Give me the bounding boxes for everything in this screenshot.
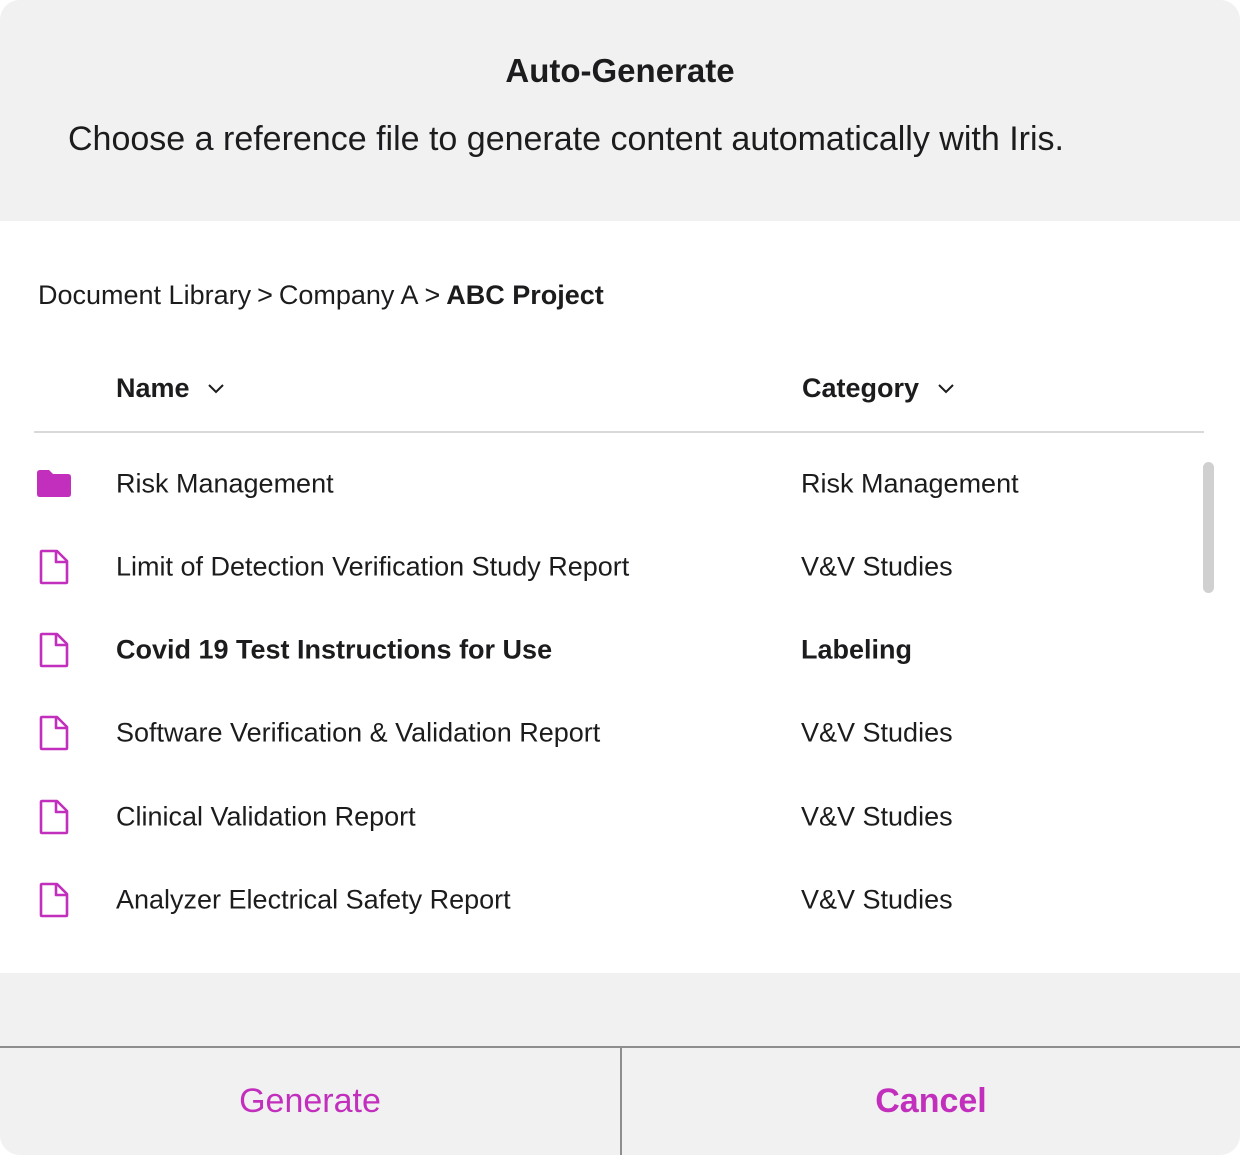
file-icon [39, 632, 69, 667]
breadcrumb-item-company-a[interactable]: Company A [279, 280, 419, 310]
breadcrumb-separator: > [257, 280, 273, 310]
row-category: Risk Management [801, 468, 1019, 498]
file-icon [39, 549, 69, 584]
chevron-down-icon [208, 384, 224, 394]
table-header-divider [34, 431, 1204, 433]
chevron-down-icon [937, 384, 954, 394]
cancel-button[interactable]: Cancel [622, 1048, 1240, 1155]
file-icon [39, 799, 69, 834]
row-name: Limit of Detection Verification Study Re… [116, 551, 630, 581]
table-row[interactable]: Analyzer Electrical Safety Report V&V St… [0, 858, 1200, 941]
file-icon [39, 715, 69, 750]
row-category: V&V Studies [801, 884, 953, 914]
dialog-subtitle: Choose a reference file to generate cont… [68, 120, 1064, 158]
row-category: V&V Studies [801, 717, 953, 747]
table-row[interactable]: Limit of Detection Verification Study Re… [0, 525, 1200, 608]
breadcrumb: Document Library > Company A > ABC Project [38, 280, 604, 311]
breadcrumb-current: ABC Project [446, 280, 604, 310]
table-row[interactable]: Risk Management Risk Management [0, 442, 1200, 525]
column-header-name-label: Name [116, 373, 190, 403]
row-name: Analyzer Electrical Safety Report [116, 884, 511, 914]
row-category: V&V Studies [801, 551, 953, 581]
folder-icon [37, 469, 71, 497]
table-row-selected[interactable]: Covid 19 Test Instructions for Use Label… [0, 608, 1200, 691]
file-browser: Document Library > Company A > ABC Project N… [0, 221, 1240, 973]
row-category: V&V Studies [801, 801, 953, 831]
row-name: Clinical Validation Report [116, 801, 416, 831]
generate-button[interactable]: Generate [0, 1048, 620, 1155]
dialog-title: Auto-Generate [505, 52, 735, 89]
row-name: Software Verification & Validation Repor… [116, 717, 601, 747]
dialog-header: Auto-Generate Choose a reference file to… [0, 0, 1240, 221]
row-name: Risk Management [116, 468, 334, 498]
table-row[interactable]: Clinical Validation Report V&V Studies [0, 775, 1200, 858]
scrollbar-thumb[interactable] [1203, 462, 1214, 593]
row-name: Covid 19 Test Instructions for Use [116, 634, 553, 664]
column-header-name[interactable]: Name [116, 373, 225, 404]
file-icon [39, 882, 69, 917]
column-header-category-label: Category [802, 373, 920, 403]
table-row[interactable]: Software Verification & Validation Repor… [0, 691, 1200, 774]
row-category: Labeling [801, 634, 913, 664]
breadcrumb-separator: > [424, 280, 441, 310]
breadcrumb-item-document-library[interactable]: Document Library [38, 280, 251, 310]
column-header-category[interactable]: Category [802, 373, 955, 404]
auto-generate-dialog: Auto-Generate Choose a reference file to… [0, 0, 1240, 1155]
